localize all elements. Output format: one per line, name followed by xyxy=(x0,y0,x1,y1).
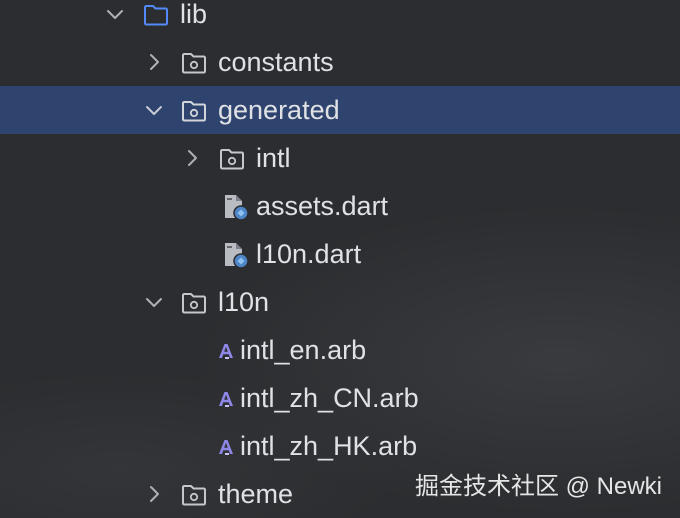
arb-file-icon xyxy=(219,392,233,407)
tree-node-intl-zh-hk-arb[interactable]: intl_zh_HK.arb xyxy=(0,422,680,470)
package-folder-icon xyxy=(182,53,206,74)
chevron-down-icon[interactable] xyxy=(105,4,125,24)
tree-node-label: constants xyxy=(218,47,334,77)
tree-node-label: assets.dart xyxy=(256,191,389,221)
tree-node-label: intl_zh_CN.arb xyxy=(240,383,419,413)
tree-node-label: theme xyxy=(218,479,294,509)
tree-node-l10n[interactable]: l10n xyxy=(0,278,680,326)
chevron-right-icon[interactable] xyxy=(144,52,164,72)
dart-file-icon xyxy=(225,243,249,269)
tree-node-lib[interactable]: lib xyxy=(0,0,680,38)
tree-node-constants[interactable]: constants xyxy=(0,38,680,86)
package-folder-icon xyxy=(182,485,206,506)
tree-node-intl-en-arb[interactable]: intl_en.arb xyxy=(0,326,680,374)
chevron-down-icon[interactable] xyxy=(144,292,164,312)
tree-node-label: intl_en.arb xyxy=(240,335,367,365)
tree-node-label: intl xyxy=(256,143,291,173)
arb-file-icon xyxy=(219,440,233,455)
tree-node-intl-zh-cn-arb[interactable]: intl_zh_CN.arb xyxy=(0,374,680,422)
tree-node-label: l10n xyxy=(218,287,270,317)
tree-node-l10n-dart[interactable]: l10n.dart xyxy=(0,230,680,278)
package-folder-icon xyxy=(182,101,206,122)
tree-node-intl[interactable]: intl xyxy=(0,134,680,182)
package-folder-icon xyxy=(220,149,244,170)
dart-file-icon xyxy=(225,195,249,221)
chevron-right-icon[interactable] xyxy=(144,484,164,504)
chevron-down-icon[interactable] xyxy=(144,100,164,120)
folder-icon xyxy=(144,5,168,26)
tree-node-label: generated xyxy=(218,95,340,125)
tree-node-assets-dart[interactable]: assets.dart xyxy=(0,182,680,230)
tree-node-label: intl_zh_HK.arb xyxy=(240,431,418,461)
tree-node-generated[interactable]: generated xyxy=(0,86,680,134)
package-folder-icon xyxy=(182,293,206,314)
tree-node-label: lib xyxy=(180,0,208,29)
chevron-right-icon[interactable] xyxy=(182,148,202,168)
tree-node-label: l10n.dart xyxy=(256,239,362,269)
watermark-text: 掘金技术社区 @ Newki xyxy=(414,473,662,500)
arb-file-icon xyxy=(219,344,233,359)
